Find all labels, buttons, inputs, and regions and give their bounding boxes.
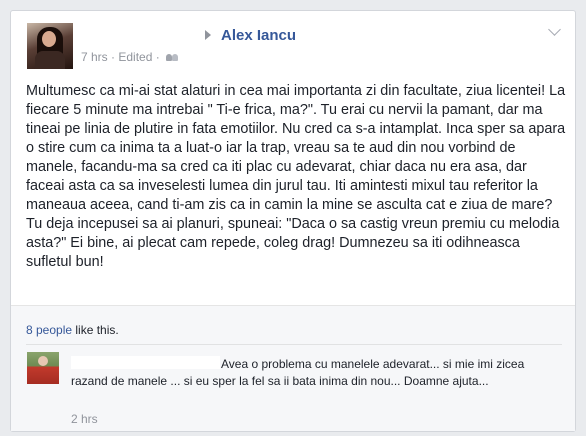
- post-timestamp[interactable]: 7 hrs: [81, 50, 108, 64]
- comment-timestamp[interactable]: 2 hrs: [71, 412, 98, 426]
- likes-suffix: like this.: [72, 323, 119, 337]
- redacted-commenter-name: [71, 356, 220, 369]
- post-footer: 8 people like this. Avea o problema cu m…: [11, 306, 575, 431]
- commenter-avatar[interactable]: [27, 352, 59, 384]
- post-body: Multumesc ca mi-ai stat alaturi in cea m…: [26, 83, 566, 270]
- meta-separator-2: ·: [155, 49, 160, 64]
- recipient-name-link[interactable]: Alex Iancu: [221, 27, 296, 44]
- arrow-right-icon: [205, 30, 211, 40]
- chevron-down-icon[interactable]: [548, 23, 561, 36]
- meta-separator: ·: [111, 49, 116, 64]
- post-meta: 7 hrs · Edited ·: [81, 49, 179, 64]
- edited-label[interactable]: Edited: [118, 50, 152, 64]
- author-avatar[interactable]: [27, 23, 73, 69]
- post-card: Alex Iancu 7 hrs · Edited · Multumesc ca…: [10, 10, 576, 432]
- likes-count-link[interactable]: 8 people: [26, 323, 72, 337]
- likes-summary: 8 people like this.: [26, 323, 119, 337]
- footer-divider: [26, 344, 562, 345]
- friends-icon[interactable]: [166, 53, 179, 61]
